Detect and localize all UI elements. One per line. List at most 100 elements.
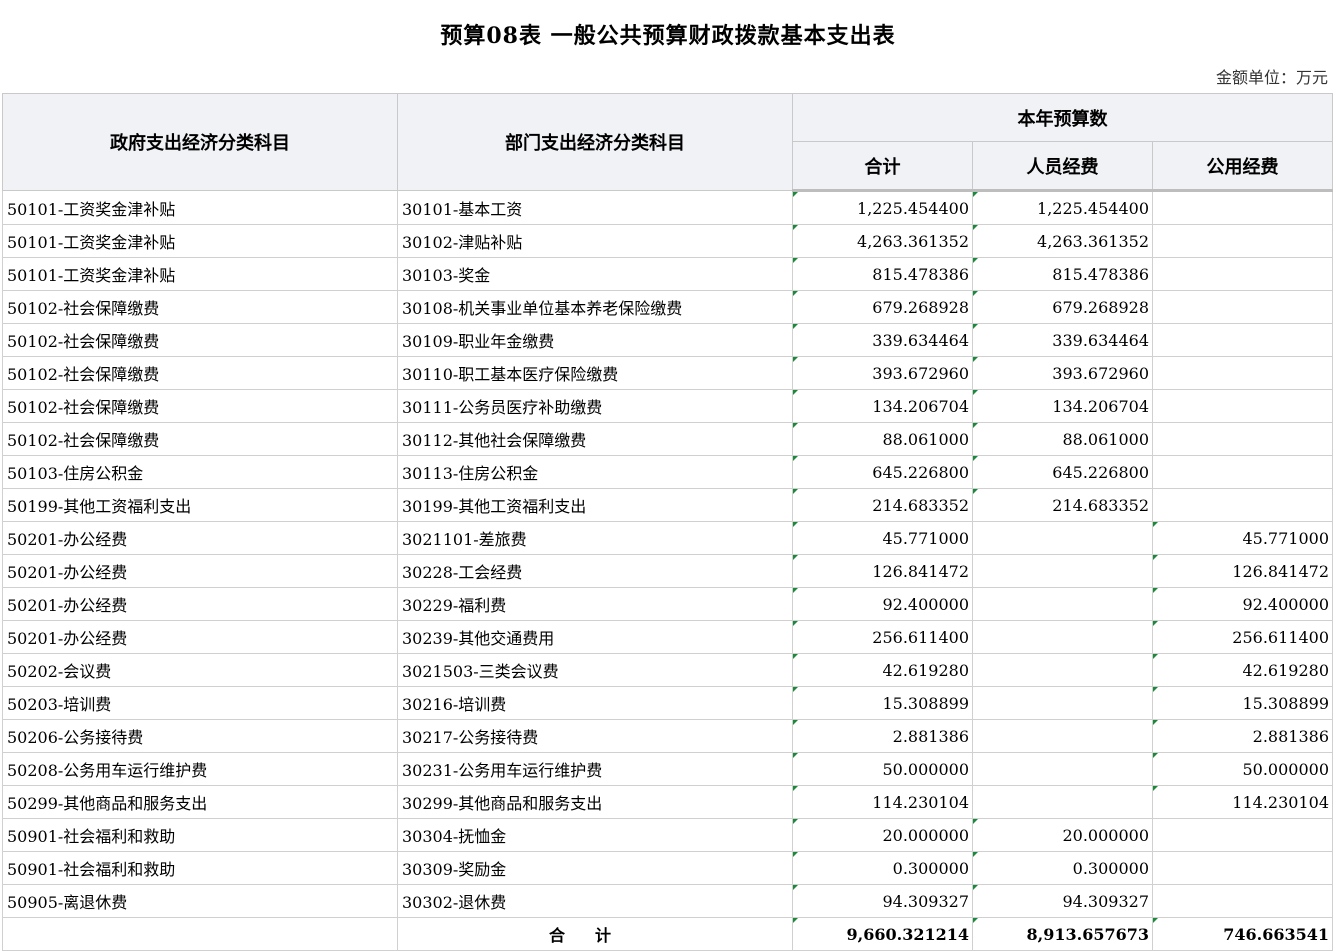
- personnel-cell: [972, 521, 1153, 555]
- total-cell: 15.308899: [792, 686, 973, 720]
- total-cell: 339.634464: [792, 323, 973, 357]
- dept-category-cell: 30304-抚恤金: [397, 818, 793, 852]
- gov-category-cell: 50101-工资奖金津补贴: [2, 190, 398, 225]
- table-row: 50201-办公经费 3021101-差旅费 45.771000 45.771000: [2, 521, 1333, 555]
- gov-category-cell: 50206-公务接待费: [2, 719, 398, 753]
- gov-category-cell: 50203-培训费: [2, 686, 398, 720]
- dept-category-cell: 30217-公务接待费: [397, 719, 793, 753]
- total-cell: 815.478386: [792, 257, 973, 291]
- public-cell: 45.771000: [1152, 521, 1333, 555]
- personnel-cell: [972, 554, 1153, 588]
- table-row: 50201-办公经费 30229-福利费 92.400000 92.400000: [2, 587, 1333, 621]
- table-body: 50101-工资奖金津补贴 30101-基本工资 1,225.454400 1,225…: [2, 190, 1333, 918]
- public-cell: 256.611400: [1152, 620, 1333, 654]
- personnel-cell: 88.061000: [972, 422, 1153, 456]
- personnel-cell: 94.309327: [972, 884, 1153, 918]
- total-cell: 20.000000: [792, 818, 973, 852]
- header-personnel: 人员经费: [972, 141, 1153, 192]
- table-row: 50202-会议费 3021503-三类会议费 42.619280 42.619280: [2, 653, 1333, 687]
- dept-category-cell: 30113-住房公积金: [397, 455, 793, 489]
- public-cell: [1152, 455, 1333, 489]
- table-row: 50905-离退休费 30302-退休费 94.309327 94.309327: [2, 884, 1333, 918]
- public-cell: [1152, 290, 1333, 324]
- personnel-cell: 645.226800: [972, 455, 1153, 489]
- public-cell: [1152, 422, 1333, 456]
- gov-category-cell: 50102-社会保障缴费: [2, 389, 398, 423]
- public-cell: [1152, 818, 1333, 852]
- personnel-cell: [972, 752, 1153, 786]
- dept-category-cell: 30111-公务员医疗补助缴费: [397, 389, 793, 423]
- dept-category-cell: 30216-培训费: [397, 686, 793, 720]
- gov-category-cell: 50901-社会福利和救助: [2, 818, 398, 852]
- total-cell: 0.300000: [792, 851, 973, 885]
- dept-category-cell: 30302-退休费: [397, 884, 793, 918]
- total-cell: 92.400000: [792, 587, 973, 621]
- header-public: 公用经费: [1152, 141, 1333, 192]
- dept-category-cell: 30112-其他社会保障缴费: [397, 422, 793, 456]
- gov-category-cell: 50102-社会保障缴费: [2, 323, 398, 357]
- public-cell: 2.881386: [1152, 719, 1333, 753]
- gov-category-cell: 50901-社会福利和救助: [2, 851, 398, 885]
- table-row: 50203-培训费 30216-培训费 15.308899 15.308899: [2, 686, 1333, 720]
- personnel-cell: 214.683352: [972, 488, 1153, 522]
- gov-category-cell: 50102-社会保障缴费: [2, 422, 398, 456]
- personnel-cell: [972, 719, 1153, 753]
- page-title: 预算08表 一般公共预算财政拨款基本支出表: [440, 23, 896, 49]
- gov-category-cell: 50103-住房公积金: [2, 455, 398, 489]
- personnel-cell: [972, 653, 1153, 687]
- personnel-cell: [972, 686, 1153, 720]
- total-cell: 42.619280: [792, 653, 973, 687]
- table-row: 50101-工资奖金津补贴 30103-奖金 815.478386 815.47838…: [2, 257, 1333, 291]
- total-cell: 94.309327: [792, 884, 973, 918]
- dept-category-cell: 30102-津贴补贴: [397, 224, 793, 258]
- total-cell: 45.771000: [792, 521, 973, 555]
- table-row: 50101-工资奖金津补贴 30102-津贴补贴 4,263.361352 4,263…: [2, 224, 1333, 258]
- total-cell: 393.672960: [792, 356, 973, 390]
- public-cell: [1152, 488, 1333, 522]
- dept-category-cell: 30309-奖励金: [397, 851, 793, 885]
- dept-category-cell: 30110-职工基本医疗保险缴费: [397, 356, 793, 390]
- dept-category-cell: 3021503-三类会议费: [397, 653, 793, 687]
- public-cell: [1152, 884, 1333, 918]
- dept-category-cell: 30228-工会经费: [397, 554, 793, 588]
- table-row: 50102-社会保障缴费 30111-公务员医疗补助缴费 134.206704 134…: [2, 389, 1333, 423]
- dept-category-cell: 30231-公务用车运行维护费: [397, 752, 793, 786]
- personnel-cell: 815.478386: [972, 257, 1153, 291]
- gov-category-cell: 50201-办公经费: [2, 521, 398, 555]
- total-cell: 679.268928: [792, 290, 973, 324]
- public-cell: 15.308899: [1152, 686, 1333, 720]
- table-row: 50206-公务接待费 30217-公务接待费 2.881386 2.881386: [2, 719, 1333, 753]
- dept-category-cell: 30108-机关事业单位基本养老保险缴费: [397, 290, 793, 324]
- public-cell: 42.619280: [1152, 653, 1333, 687]
- total-cell: 88.061000: [792, 422, 973, 456]
- table-row: 50102-社会保障缴费 30108-机关事业单位基本养老保险缴费 679.2689…: [2, 290, 1333, 324]
- public-cell: [1152, 224, 1333, 258]
- unit-label: 金额单位：万元: [1215, 68, 1328, 87]
- gov-category-cell: 50199-其他工资福利支出: [2, 488, 398, 522]
- personnel-cell: 339.634464: [972, 323, 1153, 357]
- personnel-cell: 0.300000: [972, 851, 1153, 885]
- public-cell: [1152, 389, 1333, 423]
- public-cell: [1152, 356, 1333, 390]
- table-row: 50208-公务用车运行维护费 30231-公务用车运行维护费 50.000000 5…: [2, 752, 1333, 786]
- gov-category-cell: 50101-工资奖金津补贴: [2, 224, 398, 258]
- header-dept-category: 部门支出经济分类科目: [397, 93, 793, 191]
- public-cell: [1152, 851, 1333, 885]
- header-total: 合计: [792, 141, 973, 192]
- total-cell: 1,225.454400: [792, 190, 973, 225]
- table-row: 50103-住房公积金 30113-住房公积金 645.226800 645.2268…: [2, 455, 1333, 489]
- personnel-cell: 4,263.361352: [972, 224, 1153, 258]
- total-cell: 126.841472: [792, 554, 973, 588]
- total-cell: 134.206704: [792, 389, 973, 423]
- total-cell: 114.230104: [792, 785, 973, 819]
- total-cell: 256.611400: [792, 620, 973, 654]
- gov-category-cell: 50299-其他商品和服务支出: [2, 785, 398, 819]
- gov-category-cell: 50101-工资奖金津补贴: [2, 257, 398, 291]
- public-cell: 92.400000: [1152, 587, 1333, 621]
- dept-category-cell: 30299-其他商品和服务支出: [397, 785, 793, 819]
- public-cell: 114.230104: [1152, 785, 1333, 819]
- gov-category-cell: 50201-办公经费: [2, 587, 398, 621]
- table-row: 50102-社会保障缴费 30109-职业年金缴费 339.634464 339.63…: [2, 323, 1333, 357]
- dept-category-cell: 30103-奖金: [397, 257, 793, 291]
- gov-category-cell: 50201-办公经费: [2, 554, 398, 588]
